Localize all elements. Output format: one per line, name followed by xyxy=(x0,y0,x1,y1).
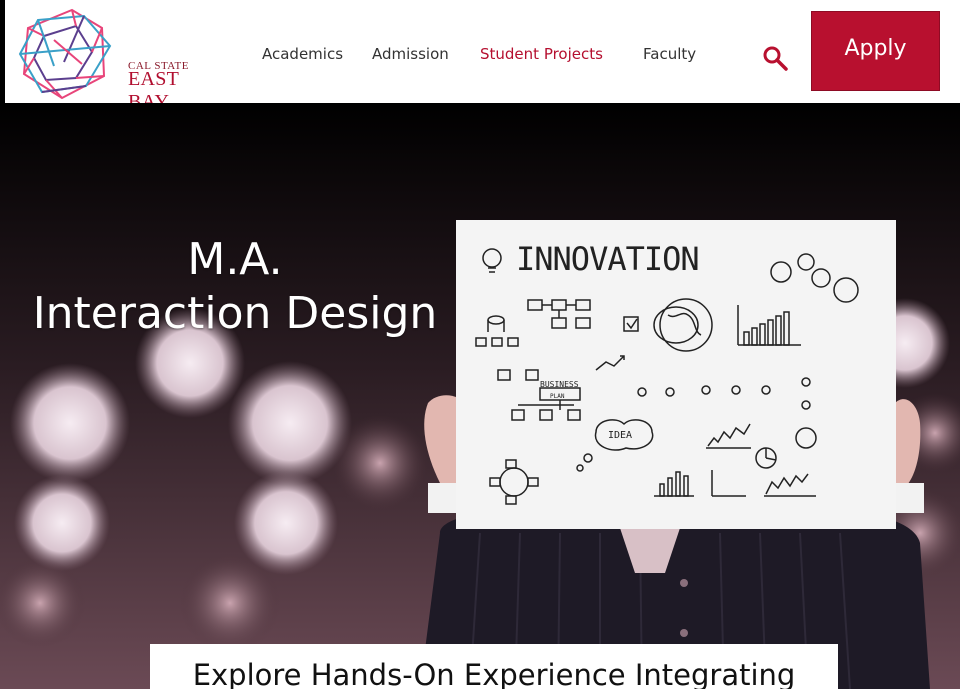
wireframe-cube-logo-icon xyxy=(18,8,112,100)
whiteboard-doodles: BUSINESS PLAN IDEA xyxy=(475,248,859,505)
search-icon xyxy=(763,46,788,71)
nav-student-projects[interactable]: Student Projects xyxy=(480,45,603,63)
hero-banner: M.A. Interaction Design INNOVATION BUSIN… xyxy=(0,103,960,689)
search-button[interactable] xyxy=(762,45,788,71)
explore-callout: Explore Hands-On Experience Integrating xyxy=(150,644,838,689)
header-edge xyxy=(0,0,5,103)
board-business-label: BUSINESS xyxy=(540,380,579,389)
hero-title-line-2: Interaction Design xyxy=(32,288,438,339)
hero-title-line-1: M.A. xyxy=(187,234,283,285)
site-header: CAL STATE EAST BAY Academics Admission S… xyxy=(0,0,960,113)
cal-state-east-bay-logo[interactable]: CAL STATE EAST BAY xyxy=(14,6,214,113)
board-plan-label: PLAN xyxy=(550,393,565,400)
innovation-whiteboard-image: INNOVATION BUSINESS PLAN IDEA xyxy=(456,220,896,529)
nav-admission[interactable]: Admission xyxy=(372,45,449,63)
nav-faculty[interactable]: Faculty xyxy=(643,45,696,63)
hero-title: M.A. Interaction Design xyxy=(0,233,470,341)
board-idea-label: IDEA xyxy=(608,430,632,441)
explore-callout-text: Explore Hands-On Experience Integrating xyxy=(192,658,796,689)
apply-button[interactable]: Apply xyxy=(811,11,940,91)
nav-academics[interactable]: Academics xyxy=(262,45,343,63)
